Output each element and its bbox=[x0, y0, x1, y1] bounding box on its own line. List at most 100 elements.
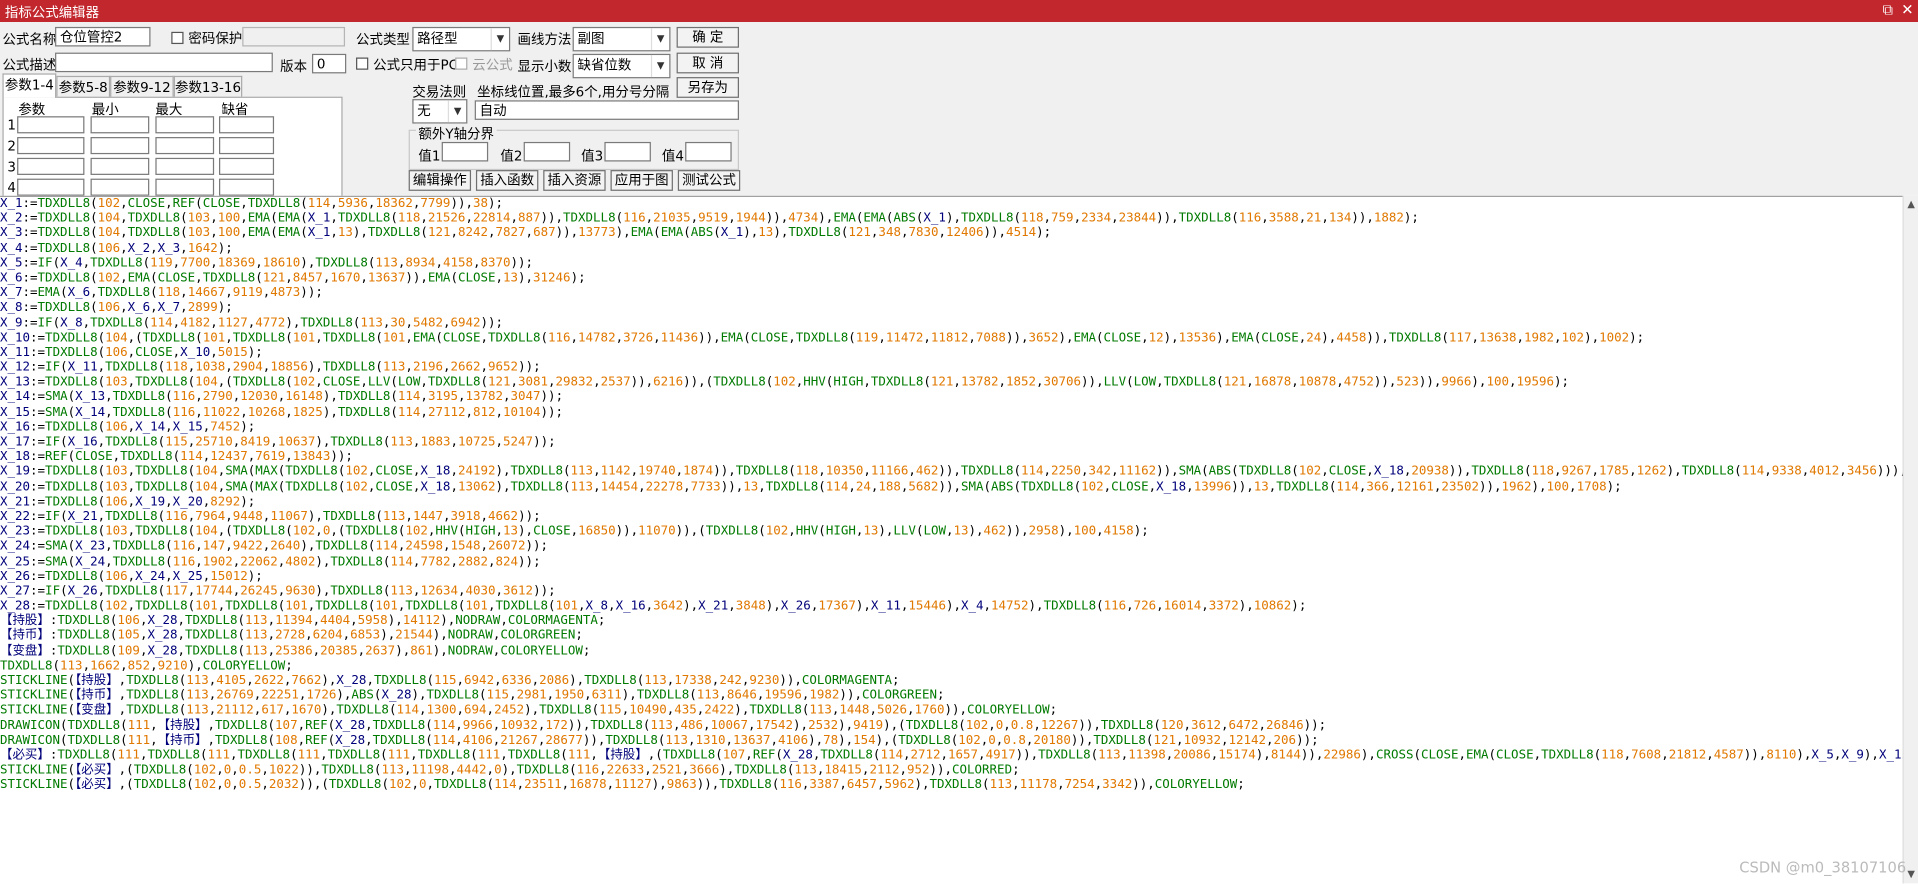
chevron-down-icon: ▼ bbox=[447, 100, 466, 123]
decimals-select[interactable]: 缺省位数 ▼ bbox=[572, 53, 671, 79]
cancel-button[interactable]: 取 消 bbox=[676, 52, 739, 74]
code-line: DRAWICON(TDXDLL8(111,【持股】,TDXDLL8(107,RE… bbox=[0, 718, 1327, 733]
chevron-down-icon: ▼ bbox=[650, 55, 669, 78]
tab-params-13-16[interactable]: 参数13-16 bbox=[173, 75, 243, 98]
code-line: X_28:=TDXDLL8(102,TDXDLL8(101,TDXDLL8(10… bbox=[0, 599, 1307, 614]
chevron-down-icon: ▼ bbox=[490, 28, 509, 51]
code-line: X_21:=TDXDLL8(106,X_19,X_20,8292); bbox=[0, 495, 256, 509]
val1-label: 值1 bbox=[418, 148, 441, 164]
chevron-down-icon: ▼ bbox=[650, 28, 669, 51]
param-cell[interactable] bbox=[90, 116, 150, 134]
code-line: X_5:=IF(X_4,TDXDLL8(119,7700,18369,18610… bbox=[0, 256, 534, 271]
val2-input[interactable] bbox=[523, 141, 571, 162]
scroll-up-icon[interactable]: ▲ bbox=[1904, 197, 1918, 212]
code-line: STICKLINE(【持股】,TDXDLL8(113,4105,2622,766… bbox=[0, 674, 900, 688]
code-line: DRAWICON(TDXDLL8(111,【持币】,TDXDLL8(108,RE… bbox=[0, 733, 1319, 748]
code-line: X_19:=TDXDLL8(103,TDXDLL8(104,SMA(MAX(TD… bbox=[0, 465, 1903, 479]
trade-rule-select[interactable]: 无 ▼ bbox=[412, 99, 468, 124]
close-icon[interactable]: ✕ bbox=[1899, 1, 1916, 18]
param-cell[interactable] bbox=[17, 157, 85, 175]
param-cell[interactable] bbox=[17, 178, 85, 196]
param-cell[interactable] bbox=[219, 116, 275, 134]
code-line: 【变盘】:TDXDLL8(109,X_28,TDXDLL8(113,25386,… bbox=[0, 644, 591, 658]
title-bar: 指标公式编辑器 ⧉ ✕ bbox=[0, 0, 1918, 23]
formula-type-select[interactable]: 路径型 ▼ bbox=[412, 26, 511, 52]
code-line: X_9:=IF(X_8,TDXDLL8(114,4182,1127,4772),… bbox=[0, 316, 504, 330]
code-line: X_22:=IF(X_21,TDXDLL8(116,7964,9448,1106… bbox=[0, 510, 541, 524]
yaxis-group-label: 额外Y轴分界 bbox=[415, 123, 497, 144]
code-line: X_14:=SMA(X_13,TDXDLL8(116,2790,12030,16… bbox=[0, 390, 564, 405]
password-checkbox[interactable] bbox=[171, 31, 184, 45]
restore-icon[interactable]: ⧉ bbox=[1879, 1, 1896, 18]
draw-method-select[interactable]: 副图 ▼ bbox=[572, 26, 671, 52]
formula-desc-label: 公式描述 bbox=[2, 57, 57, 74]
param-cell[interactable] bbox=[155, 178, 215, 196]
code-line: X_6:=TDXDLL8(102,EMA(CLOSE,TDXDLL8(121,8… bbox=[0, 271, 586, 285]
code-line: X_1:=TDXDLL8(102,CLOSE,REF(CLOSE,TDXDLL8… bbox=[0, 196, 504, 211]
decimals-value: 缺省位数 bbox=[577, 57, 632, 74]
param-row-num: 1 bbox=[7, 117, 16, 134]
code-line: STICKLINE(【必买】,(TDXDLL8(102,0,0.5,2032))… bbox=[0, 778, 1245, 792]
code-line: 【持股】:TDXDLL8(106,X_28,TDXDLL8(113,11394,… bbox=[0, 614, 606, 628]
val3-label: 值3 bbox=[581, 148, 604, 164]
param-row-num: 4 bbox=[7, 179, 16, 196]
formula-desc-input[interactable] bbox=[55, 52, 273, 73]
param-cell[interactable] bbox=[90, 157, 150, 175]
code-line: X_20:=TDXDLL8(103,TDXDLL8(104,SMA(MAX(TD… bbox=[0, 480, 1622, 494]
param-cell[interactable] bbox=[155, 157, 215, 175]
pc-only-checkbox[interactable] bbox=[356, 57, 369, 70]
code-line: STICKLINE(【持币】,TDXDLL8(113,26769,22251,1… bbox=[0, 689, 945, 703]
apply-to-chart-button[interactable]: 应用于图 bbox=[610, 170, 673, 191]
code-line: X_3:=TDXDLL8(104,TDXDLL8(103,100,EMA(EMA… bbox=[0, 226, 1052, 241]
code-line: X_24:=SMA(X_23,TDXDLL8(116,147,9422,2640… bbox=[0, 539, 549, 554]
tab-params-5-8[interactable]: 参数5-8 bbox=[56, 75, 111, 98]
code-line: X_16:=TDXDLL8(106,X_14,X_15,7452); bbox=[0, 420, 256, 435]
draw-method-value: 副图 bbox=[577, 30, 605, 47]
param-cell[interactable] bbox=[90, 137, 150, 155]
version-input[interactable]: 0 bbox=[311, 53, 347, 74]
tab-params-1-4[interactable]: 参数1-4 bbox=[2, 73, 57, 98]
test-formula-button[interactable]: 测试公式 bbox=[677, 170, 741, 191]
code-line: X_27:=IF(X_26,TDXDLL8(117,17744,26245,96… bbox=[0, 584, 556, 599]
val2-label: 值2 bbox=[500, 148, 523, 164]
insert-function-button[interactable]: 插入函数 bbox=[475, 170, 539, 191]
cloud-label: 云公式 bbox=[472, 57, 513, 74]
vertical-scrollbar[interactable]: ▲ ▼ bbox=[1902, 195, 1918, 884]
param-row-num: 3 bbox=[7, 159, 16, 175]
formula-type-label: 公式类型 bbox=[356, 31, 410, 48]
code-line: X_25:=SMA(X_24,TDXDLL8(116,1902,22062,48… bbox=[0, 554, 541, 569]
code-line: X_2:=TDXDLL8(104,TDXDLL8(103,100,EMA(EMA… bbox=[0, 211, 1419, 226]
param-cell[interactable] bbox=[90, 178, 150, 196]
save-as-button[interactable]: 另存为 bbox=[676, 77, 739, 98]
param-cell[interactable] bbox=[155, 137, 215, 155]
draw-method-label: 画线方法 bbox=[517, 31, 572, 48]
coord-lines-input[interactable]: 自动 bbox=[474, 100, 739, 120]
version-label: 版本 bbox=[280, 58, 308, 75]
val3-input[interactable] bbox=[604, 141, 651, 162]
code-line: X_12:=IF(X_11,TDXDLL8(118,1038,2904,1885… bbox=[0, 361, 541, 375]
param-cell[interactable] bbox=[219, 157, 275, 175]
tab-params-9-12[interactable]: 参数9-12 bbox=[110, 75, 174, 98]
formula-name-label: 公式名称 bbox=[2, 31, 57, 48]
code-line: STICKLINE(【必买】,(TDXDLL8(102,0,0.5,1022))… bbox=[0, 763, 1020, 778]
ok-button[interactable]: 确 定 bbox=[676, 26, 739, 48]
param-cell[interactable] bbox=[219, 137, 275, 155]
param-cell[interactable] bbox=[155, 116, 215, 134]
edit-ops-button[interactable]: 编辑操作 bbox=[408, 170, 472, 191]
pc-only-label: 公式只用于PC bbox=[373, 57, 458, 74]
decimals-label: 显示小数 bbox=[517, 58, 572, 75]
code-line: STICKLINE(【变盘】,TDXDLL8(113,21112,617,167… bbox=[0, 703, 1058, 718]
formula-settings-panel: 公式名称 仓位管控2 密码保护 公式类型 路径型 ▼ 画线方法 副图 ▼ 确 定 公… bbox=[0, 22, 1918, 213]
param-cell[interactable] bbox=[17, 137, 85, 155]
code-line: X_10:=TDXDLL8(104,(TDXDLL8(101,TDXDLL8(1… bbox=[0, 331, 1645, 345]
val4-input[interactable] bbox=[685, 141, 732, 162]
val1-input[interactable] bbox=[441, 141, 489, 162]
code-line: X_8:=TDXDLL8(106,X_6,X_7,2899); bbox=[0, 301, 233, 315]
code-line: X_23:=TDXDLL8(103,TDXDLL8(104,(TDXDLL8(1… bbox=[0, 525, 1149, 539]
param-cell[interactable] bbox=[219, 178, 275, 196]
trade-rule-value: 无 bbox=[417, 102, 431, 119]
formula-name-input[interactable]: 仓位管控2 bbox=[55, 26, 151, 47]
code-editor[interactable]: X_1:=TDXDLL8(102,CLOSE,REF(CLOSE,TDXDLL8… bbox=[0, 195, 1903, 884]
param-cell[interactable] bbox=[17, 116, 85, 134]
insert-resource-button[interactable]: 插入资源 bbox=[543, 170, 606, 191]
